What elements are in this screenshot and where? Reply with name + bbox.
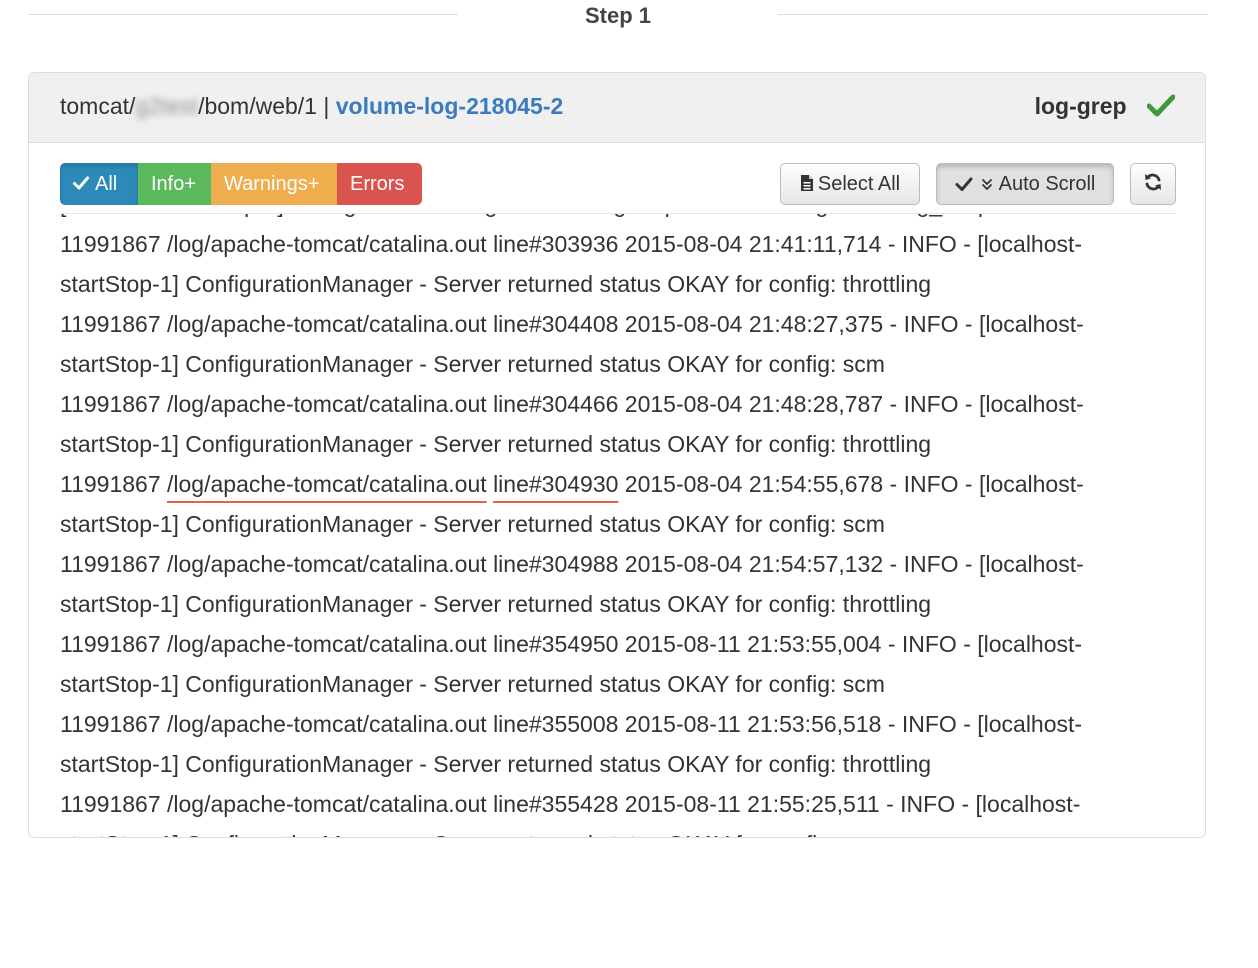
log-entry-line-number: line#304988 [493, 551, 619, 577]
log-entry-id: 11991867 [60, 791, 161, 817]
log-entry: 11991867 /log/apache-tomcat/catalina.out… [60, 704, 1180, 784]
check-icon [1146, 93, 1176, 123]
level-filter-group: All Info+ Warnings+ Errors [60, 163, 422, 205]
log-path: tomcat/g2test/bom/web/1 | volume-log-218… [60, 93, 563, 120]
refresh-icon [1145, 173, 1161, 191]
select-all-label: Select All [817, 173, 901, 195]
log-entry-file: /log/apache-tomcat/catalina.out [167, 711, 487, 737]
log-entry-line-number: line#355428 [493, 791, 619, 817]
log-output[interactable]: [localhost-startStop-1] ConfigurationMan… [60, 214, 1180, 837]
log-entry-file: /log/apache-tomcat/catalina.out [167, 791, 487, 817]
log-entry-file: /log/apache-tomcat/catalina.out [167, 311, 487, 337]
step-divider-left [28, 14, 458, 15]
path-prefix: tomcat/ [60, 93, 136, 119]
select-all-button[interactable]: Select All [780, 163, 920, 205]
log-entry-line-number: line#304930 [493, 471, 619, 497]
log-entry-line-number: line#354950 [493, 631, 619, 657]
log-entry: 11991867 /log/apache-tomcat/catalina.out… [60, 384, 1180, 464]
log-entry-id: 11991867 [60, 311, 161, 337]
volume-link[interactable]: volume-log-218045-2 [336, 93, 564, 119]
log-entry-line-number: line#355008 [493, 711, 619, 737]
log-entry-file: /log/apache-tomcat/catalina.out [167, 391, 487, 417]
log-lines: [localhost-startStop-1] ConfigurationMan… [60, 214, 1180, 837]
log-entry: 11991867 /log/apache-tomcat/catalina.out… [60, 784, 1180, 837]
log-entry: 11991867 /log/apache-tomcat/catalina.out… [60, 544, 1180, 624]
log-entry-line-number: line#304466 [493, 391, 619, 417]
log-toolbar: All Info+ Warnings+ Errors Select All Au… [29, 143, 1205, 213]
log-entry-id: 11991867 [60, 231, 161, 257]
log-panel: tomcat/g2test/bom/web/1 | volume-log-218… [28, 72, 1206, 838]
log-entry-file: /log/apache-tomcat/catalina.out [167, 471, 487, 497]
auto-scroll-label: Auto Scroll [998, 173, 1096, 195]
panel-heading: tomcat/g2test/bom/web/1 | volume-log-218… [29, 73, 1205, 143]
log-entry-line-number: line#303936 [493, 231, 619, 257]
filter-all-button[interactable]: All [60, 163, 138, 205]
log-line-partial: [localhost-startStop-1] ConfigurationMan… [60, 214, 1180, 224]
log-entry-file: /log/apache-tomcat/catalina.out [167, 551, 487, 577]
task-name: log-grep [1034, 93, 1127, 119]
path-blurred-segment: g2test [135, 93, 199, 119]
log-entry: 11991867 /log/apache-tomcat/catalina.out… [60, 464, 1180, 544]
filter-warnings-button[interactable]: Warnings+ [211, 163, 337, 205]
step-header: Step 1 [0, 0, 1258, 40]
filter-info-button[interactable]: Info+ [138, 163, 211, 205]
refresh-button[interactable] [1130, 163, 1176, 205]
file-icon [800, 175, 813, 191]
filter-all-label: All [95, 173, 118, 195]
double-chevron-down-icon [981, 179, 992, 190]
log-entry-id: 11991867 [60, 631, 161, 657]
log-entry-id: 11991867 [60, 711, 161, 737]
log-entry: 11991867 /log/apache-tomcat/catalina.out… [60, 624, 1180, 704]
log-entry: 11991867 /log/apache-tomcat/catalina.out… [60, 224, 1180, 304]
log-entry-id: 11991867 [60, 471, 161, 497]
step-title: Step 1 [584, 3, 652, 28]
check-icon [73, 176, 89, 190]
log-entry: 11991867 /log/apache-tomcat/catalina.out… [60, 304, 1180, 384]
auto-scroll-toggle[interactable]: Auto Scroll [936, 163, 1114, 205]
check-icon [955, 177, 973, 191]
log-entry-line-number: line#304408 [493, 311, 619, 337]
step-divider-right [778, 14, 1208, 15]
log-entry-file: /log/apache-tomcat/catalina.out [167, 231, 487, 257]
log-entry-file: /log/apache-tomcat/catalina.out [167, 631, 487, 657]
task-status: log-grep [1034, 93, 1176, 123]
path-suffix: /bom/web/1 | [198, 93, 336, 119]
log-entry-id: 11991867 [60, 391, 161, 417]
filter-errors-button[interactable]: Errors [337, 163, 422, 205]
log-entry-id: 11991867 [60, 551, 161, 577]
